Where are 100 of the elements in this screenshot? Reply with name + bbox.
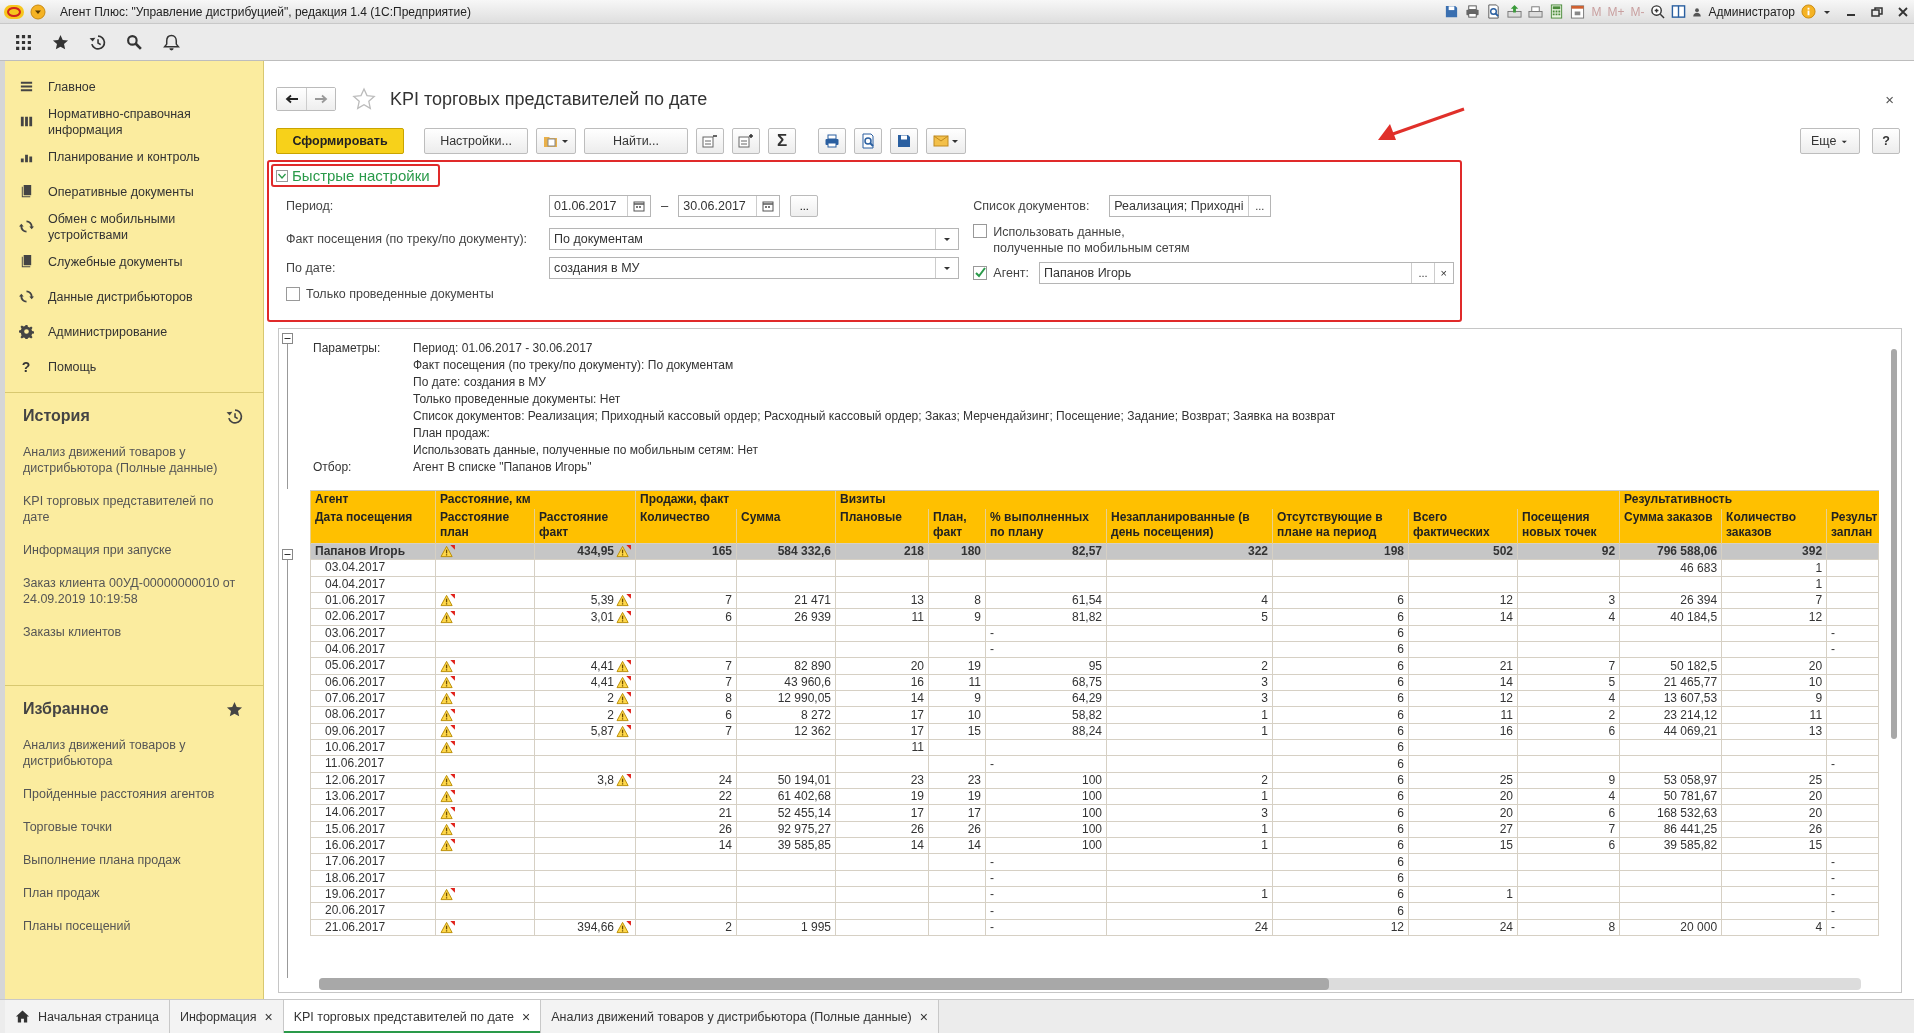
preview-icon[interactable] bbox=[1486, 4, 1502, 19]
calculator-icon[interactable] bbox=[1549, 4, 1565, 19]
favorite-link[interactable]: Торговые точки bbox=[23, 819, 243, 835]
restore-icon[interactable] bbox=[1870, 4, 1884, 19]
date-cell: 07.06.2017 bbox=[310, 690, 436, 707]
group-name[interactable]: Папанов Игорь bbox=[310, 543, 436, 560]
sidebar-item[interactable]: Администрирование bbox=[48, 323, 218, 340]
close-icon[interactable] bbox=[1896, 4, 1910, 19]
history-link[interactable]: Информация при запуске bbox=[23, 542, 243, 558]
sum-button[interactable]: Σ bbox=[768, 128, 796, 154]
zoom-icon[interactable] bbox=[1650, 4, 1666, 19]
star-icon[interactable] bbox=[226, 700, 243, 718]
sidebar-item[interactable]: Нормативно-справочная информация bbox=[48, 105, 218, 138]
date-field[interactable]: 01.06.2017 bbox=[549, 194, 651, 217]
table-cell: 4,41 bbox=[590, 658, 614, 674]
sidebar-item[interactable]: Главное bbox=[48, 78, 218, 95]
panel-icon[interactable] bbox=[1671, 4, 1687, 19]
document-list-field[interactable]: Реализация; Приходні ... bbox=[1109, 194, 1272, 217]
table-cell: 82,57 bbox=[1072, 544, 1102, 560]
warning-icon bbox=[616, 724, 631, 738]
quick-settings-toggle[interactable]: Быстрые настройки bbox=[271, 164, 440, 187]
star-icon[interactable] bbox=[52, 33, 69, 51]
table-cell: 19 bbox=[910, 789, 924, 805]
more-button[interactable]: Еще bbox=[1800, 128, 1860, 154]
favorite-link[interactable]: Выполнение плана продаж bbox=[23, 852, 243, 868]
table-cell: 7 bbox=[725, 593, 732, 609]
parameter-value: По дате: создания в МУ bbox=[413, 374, 547, 391]
history-link[interactable]: KPI торговых представителей по дате bbox=[23, 493, 243, 525]
favorite-link[interactable]: Пройденные расстояния агентов bbox=[23, 786, 243, 802]
dropdown-icon[interactable] bbox=[30, 3, 46, 20]
column-header: Результ заплан bbox=[1826, 509, 1879, 544]
date-cell: 09.06.2017 bbox=[310, 723, 436, 740]
generate-button[interactable]: Сформировать bbox=[276, 128, 404, 154]
favorite-link[interactable]: План продаж bbox=[23, 885, 243, 901]
sidebar-item[interactable]: Планирование и контроль bbox=[48, 148, 218, 165]
info-icon[interactable] bbox=[1801, 4, 1816, 19]
logo-icon[interactable] bbox=[4, 4, 24, 19]
variant-button[interactable] bbox=[536, 128, 576, 154]
print-icon[interactable] bbox=[1465, 4, 1481, 19]
select-field[interactable]: создания в МУ bbox=[549, 256, 959, 279]
send-button[interactable] bbox=[926, 128, 966, 154]
history-icon[interactable] bbox=[226, 407, 243, 425]
column-header: Незапланированные (в день посещения) bbox=[1106, 509, 1273, 544]
settings-button[interactable]: Настройки... bbox=[424, 128, 528, 154]
table-cell: 4 bbox=[1608, 691, 1616, 707]
favorite-link[interactable]: Планы посещений bbox=[23, 918, 243, 934]
save-icon[interactable] bbox=[1444, 4, 1460, 19]
collapse-icon[interactable] bbox=[282, 333, 293, 344]
select-field[interactable]: По документам bbox=[549, 228, 959, 250]
calendar-icon[interactable] bbox=[1570, 4, 1586, 19]
table-cell: 322 bbox=[1248, 544, 1268, 560]
close-button[interactable]: × bbox=[1885, 90, 1894, 108]
date-field[interactable]: 30.06.2017 bbox=[678, 194, 781, 217]
period-button[interactable]: ... bbox=[790, 194, 819, 217]
favorite-link[interactable]: Анализ движений товаров у дистрибьютора bbox=[23, 737, 243, 769]
tab[interactable]: KPI торговых представителей по дате × bbox=[283, 1000, 542, 1033]
column-group-header: Результативность bbox=[1619, 490, 1879, 509]
bell-icon[interactable] bbox=[163, 33, 180, 51]
star-icon[interactable] bbox=[352, 87, 376, 111]
user-name[interactable]: Администратор bbox=[1708, 4, 1795, 19]
history-link[interactable]: Анализ движений товаров у дистрибьютора (Полные данные) bbox=[23, 444, 243, 476]
sidebar-item[interactable]: Служебные документы bbox=[48, 253, 218, 270]
tab[interactable]: Начальная страница bbox=[5, 1000, 170, 1033]
warning-icon bbox=[616, 692, 631, 706]
save-button[interactable] bbox=[890, 128, 918, 154]
tray-icon[interactable] bbox=[1528, 4, 1544, 19]
print-button[interactable] bbox=[818, 128, 846, 154]
history-link[interactable]: Заказы клиентов bbox=[23, 624, 243, 640]
help-button[interactable]: ? bbox=[1872, 128, 1900, 154]
search-icon[interactable] bbox=[126, 33, 143, 51]
parameter-value: Список документов: Реализация; Приходный кассовый ордер; Расходный кассовый ордер; Заказ; Мерчендайзинг; Посещение; Задание; Возврат; Заявка на возврат bbox=[413, 408, 1336, 425]
warning-icon bbox=[616, 545, 631, 559]
history-link[interactable]: Заказ клиента 00УД-00000000010 от 24.09.2019 10:19:58 bbox=[23, 575, 243, 607]
warning-icon bbox=[616, 773, 631, 787]
sidebar-item[interactable]: Обмен с мобильными устройствами bbox=[48, 210, 218, 243]
table-cell: 61,54 bbox=[1072, 593, 1102, 609]
table-cell: 7 bbox=[725, 674, 732, 690]
date-cell: 17.06.2017 bbox=[310, 853, 436, 871]
horizontal-scrollbar[interactable] bbox=[319, 978, 1861, 990]
checkbox[interactable] bbox=[973, 266, 988, 280]
sidebar-item[interactable]: Данные дистрибьюторов bbox=[48, 288, 218, 305]
find-button[interactable]: Найти... bbox=[584, 128, 688, 154]
preview-button[interactable] bbox=[854, 128, 882, 154]
table-cell: 4 bbox=[1608, 789, 1616, 805]
table-cell: - bbox=[1831, 870, 1836, 886]
tab[interactable]: Анализ движений товаров у дистрибьютора (Полные данные) × bbox=[541, 1000, 939, 1033]
back-button[interactable] bbox=[277, 88, 306, 110]
apps-icon[interactable] bbox=[15, 33, 32, 51]
collapse-icon[interactable] bbox=[282, 549, 293, 560]
table-cell: 1 995 bbox=[801, 919, 831, 935]
agent-field[interactable]: Папанов Игорь ... × bbox=[1039, 262, 1454, 284]
history-icon[interactable] bbox=[89, 33, 106, 51]
tab[interactable]: Информация × bbox=[169, 1000, 284, 1033]
sidebar-item[interactable]: Помощь bbox=[48, 358, 218, 375]
expand-groups-button[interactable] bbox=[732, 128, 760, 154]
sidebar-item[interactable]: Оперативные документы bbox=[48, 183, 218, 200]
checkbox[interactable] bbox=[286, 287, 300, 301]
upload-icon[interactable] bbox=[1507, 4, 1523, 19]
table-cell: 19 bbox=[967, 658, 981, 674]
checkbox[interactable] bbox=[973, 224, 988, 238]
